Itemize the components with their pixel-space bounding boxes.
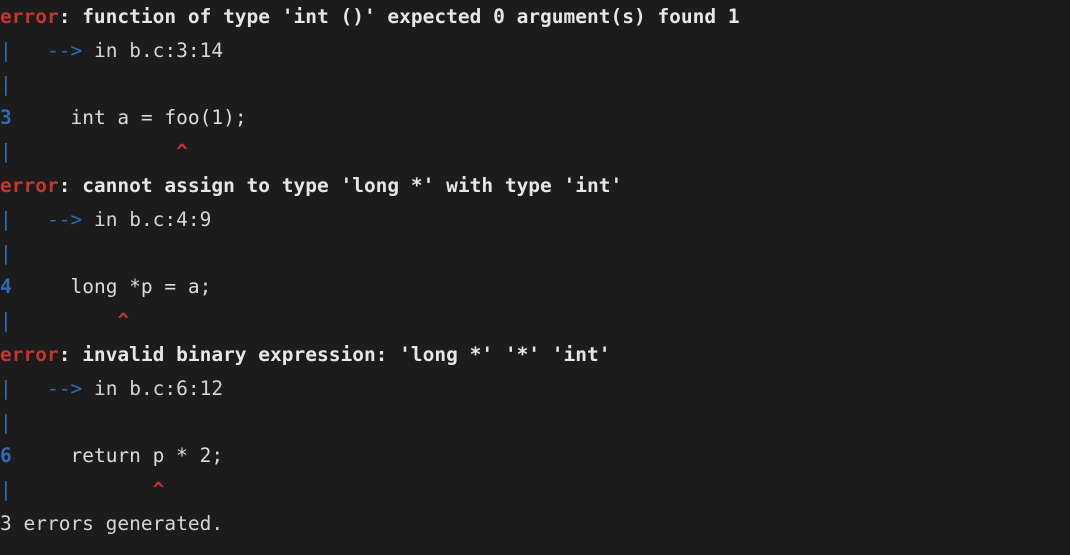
source-code-indent	[47, 106, 70, 129]
gutter-blank-line: |	[0, 68, 1070, 102]
caret-padding	[12, 140, 176, 163]
gutter-pipe-icon: |	[0, 38, 12, 62]
location-prefix: in	[93, 207, 130, 231]
arrow-icon: -->	[46, 376, 83, 400]
summary-line: 3 errors generated.	[0, 507, 1070, 541]
gutter-pipe-icon: |	[0, 478, 12, 502]
source-code-line: 3 int a = foo(1);	[0, 101, 1070, 135]
diagnostic-header: error: function of type 'int ()' expecte…	[0, 0, 1070, 34]
diagnostic-location-line: | --> in b.c:3:14	[0, 34, 1070, 68]
caret-line: | ^	[0, 135, 1070, 169]
gutter-pipe-icon: |	[0, 376, 12, 400]
source-code-indent	[47, 275, 70, 298]
source-code-indent	[47, 444, 70, 467]
location-prefix: in	[93, 376, 130, 400]
source-code-text[interactable]: int a = foo(1);	[70, 106, 246, 129]
source-line-number: 3	[0, 106, 12, 130]
gutter-pipe-icon: |	[0, 241, 12, 265]
gutter-pipe-icon: |	[0, 72, 12, 96]
severity-separator: :	[58, 342, 83, 366]
caret-marker-icon: ^	[152, 478, 165, 502]
source-code-line: 6 return p * 2;	[0, 439, 1070, 473]
gutter-blank-line: |	[0, 237, 1070, 271]
diagnostic-message: invalid binary expression: 'long *' '*' …	[82, 342, 611, 366]
gutter-pipe-icon: |	[0, 309, 12, 333]
severity-label: error	[0, 173, 59, 197]
gutter-blank-line: |	[0, 406, 1070, 440]
gutter-pipe-icon: |	[0, 207, 12, 231]
diagnostic-message: cannot assign to type 'long *' with type…	[82, 173, 623, 197]
location-prefix: in	[93, 38, 130, 62]
caret-line: | ^	[0, 473, 1070, 507]
source-line-number: 6	[0, 444, 12, 468]
terminal-output-pane: error: function of type 'int ()' expecte…	[0, 0, 1070, 555]
diagnostic-header: error: invalid binary expression: 'long …	[0, 338, 1070, 372]
source-line-number: 4	[0, 275, 12, 299]
severity-label: error	[0, 5, 59, 28]
severity-label: error	[0, 342, 59, 366]
caret-padding	[12, 309, 118, 332]
arrow-icon: -->	[46, 207, 83, 231]
source-location[interactable]: b.c:4:9	[129, 208, 211, 231]
diagnostic-header: error: cannot assign to type 'long *' wi…	[0, 169, 1070, 203]
source-location[interactable]: b.c:3:14	[129, 39, 223, 62]
severity-separator: :	[58, 173, 83, 197]
gutter-pipe-icon: |	[0, 410, 12, 434]
gutter-pipe-icon: |	[0, 140, 12, 164]
diagnostic-message: function of type 'int ()' expected 0 arg…	[82, 5, 740, 28]
caret-padding	[12, 478, 153, 501]
error-summary-text: 3 errors generated.	[0, 511, 224, 535]
arrow-icon: -->	[46, 38, 83, 62]
severity-separator: :	[58, 5, 83, 28]
source-code-text[interactable]: return p * 2;	[70, 444, 223, 467]
source-location[interactable]: b.c:6:12	[129, 377, 223, 400]
caret-marker-icon: ^	[117, 309, 130, 333]
source-code-line: 4 long *p = a;	[0, 270, 1070, 304]
source-code-text[interactable]: long *p = a;	[70, 275, 211, 298]
caret-marker-icon: ^	[176, 140, 188, 164]
diagnostic-location-line: | --> in b.c:6:12	[0, 372, 1070, 406]
diagnostic-location-line: | --> in b.c:4:9	[0, 203, 1070, 237]
caret-line: | ^	[0, 304, 1070, 338]
